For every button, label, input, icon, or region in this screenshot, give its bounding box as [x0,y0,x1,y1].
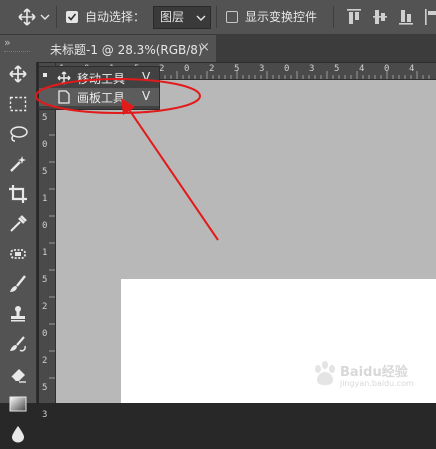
flyout-item-shortcut: V [142,70,151,84]
active-indicator [43,73,47,77]
eyedropper-icon [10,215,27,232]
lasso-tool[interactable] [0,119,36,149]
collapse-panel-icon[interactable]: » [4,36,11,49]
ruler-label: 2 [42,356,48,366]
options-bar: 自动选择： 图层 显示变换控件 [0,0,436,35]
auto-select-target-dropdown[interactable]: 图层 [153,6,211,29]
crop-icon [9,185,27,203]
brush-tool[interactable] [0,269,36,299]
history-brush-icon [10,336,26,352]
ruler-label: 4 [359,64,365,74]
flyout-item-shortcut: V [142,89,151,103]
ruler-label: 0 [184,64,190,74]
check-icon [67,13,77,21]
ruler-label: 3 [42,410,48,420]
align-vertical-center-icon[interactable] [372,8,388,26]
align-bottom-icon[interactable] [398,8,414,26]
auto-select-label: 自动选择： [85,10,146,24]
ruler-label: 5 [42,383,48,393]
ruler-label: 1 [42,194,48,204]
flyout-item-move-tool[interactable]: 移动工具 V [39,69,159,87]
eyedropper-tool[interactable] [0,209,36,239]
ruler-label: 0 [284,64,290,74]
panel-grip[interactable] [4,51,30,55]
ruler-label: 5 [234,64,240,74]
clone-stamp-icon [11,306,25,322]
ruler-label: 3 [259,64,265,74]
ruler-label: 1 [42,248,48,258]
eraser-tool[interactable] [0,359,36,389]
ruler-label: 5 [334,64,340,74]
flyout-item-artboard-tool[interactable]: 画板工具 V [39,88,159,106]
ruler-label: 5 [42,275,48,285]
tab-document[interactable]: 未标题-1 @ 28.3%(RGB/8) × [36,35,216,62]
marquee-tool[interactable] [0,89,36,119]
move-tool[interactable] [0,59,36,89]
dropdown-value: 图层 [160,10,185,24]
ruler-label: 4 [409,64,415,74]
ruler-label: 0 [42,140,48,150]
show-transform-label: 显示变换控件 [245,10,318,24]
flyout-item-label: 画板工具 [77,91,126,105]
lasso-icon [10,126,28,142]
ruler-label: 2 [209,64,215,74]
ruler-label: 2 [42,302,48,312]
ruler-label: 0 [42,329,48,339]
move-tool-preset-icon[interactable] [18,8,36,26]
tool-flyout-menu: 移动工具 V 画板工具 V [38,66,160,110]
divider [56,6,57,28]
divider [333,6,334,28]
close-icon[interactable]: × [199,40,210,55]
divider [216,6,217,28]
move-icon [9,65,27,83]
ruler-label: 5 [42,113,48,123]
magic-wand-icon [10,156,26,172]
show-transform-checkbox[interactable] [226,11,238,23]
spot-heal-icon [10,249,26,259]
ruler-label: 0 [42,221,48,231]
ruler-label: 0 [384,64,390,74]
auto-select-checkbox[interactable] [66,11,78,23]
blur-drop-icon [12,426,24,443]
align-top-icon[interactable] [346,8,362,26]
clone-stamp-tool[interactable] [0,299,36,329]
ruler-label: 3 [309,64,315,74]
eraser-icon [10,369,26,383]
watermark-title: Baidu经验 [340,365,408,380]
document-tab-strip: 未标题-1 @ 28.3%(RGB/8) × [36,35,436,63]
align-left-icon[interactable] [424,8,436,26]
watermark-logo: Baidu经验 jingyan.baidu.com [300,355,430,395]
ruler-vertical[interactable]: 505101520253 [39,63,56,420]
gradient-icon [9,396,27,412]
document-tab-title: 未标题-1 @ 28.3%(RGB/8) [50,43,203,57]
crop-tool[interactable] [0,179,36,209]
flyout-item-label: 移动工具 [77,72,126,86]
spot-healing-tool[interactable] [0,239,36,269]
history-brush-tool[interactable] [0,329,36,359]
ruler-label: 5 [42,167,48,177]
marquee-icon [9,96,27,112]
artboard-icon [58,90,70,104]
tools-panel: » [0,35,37,443]
chevron-down-icon[interactable] [40,13,50,21]
move-icon [57,71,71,85]
blur-tool[interactable] [0,419,36,449]
brush-icon [10,275,26,292]
chevron-down-icon [196,15,206,21]
magic-wand-tool[interactable] [0,149,36,179]
watermark-url: jingyan.baidu.com [340,379,414,388]
gradient-tool[interactable] [0,389,36,419]
